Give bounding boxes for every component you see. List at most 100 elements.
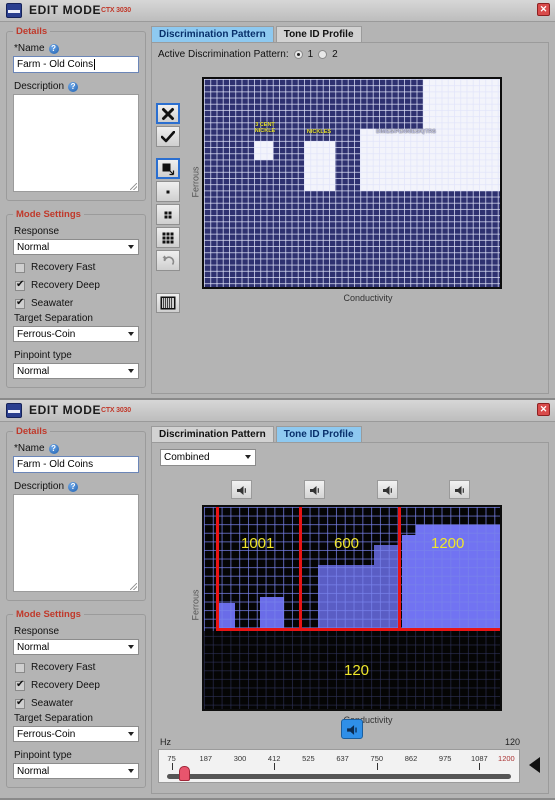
speaker-button-1[interactable] bbox=[231, 480, 252, 499]
hz-thumb[interactable] bbox=[178, 766, 190, 781]
accepted-region bbox=[360, 129, 500, 191]
hz-tick-label: 1087 bbox=[471, 754, 488, 763]
details-legend: Details bbox=[16, 426, 48, 437]
hz-track[interactable]: 75 187 300 412 525 637 750 862 975 1087 … bbox=[158, 749, 520, 783]
pattern-toolbar bbox=[156, 103, 182, 315]
tab-tone-id-profile[interactable]: Tone ID Profile bbox=[275, 426, 362, 442]
tab-discrimination-pattern[interactable]: Discrimination Pattern bbox=[151, 26, 274, 42]
annotation-3-cent-nickle: 3 CENT NICKLE bbox=[254, 122, 276, 134]
single-cell-tool-button[interactable] bbox=[156, 181, 180, 202]
description-label-row: Description ? bbox=[14, 481, 139, 492]
pinpoint-value: Normal bbox=[17, 365, 50, 377]
tone-id-profile-pane: Combined Ferrous 1001 600 1200 120 Condu… bbox=[151, 442, 549, 794]
response-select[interactable]: Normal bbox=[13, 639, 139, 655]
recovery-deep-checkbox[interactable]: Recovery Deep bbox=[15, 679, 139, 691]
speaker-button-2[interactable] bbox=[304, 480, 325, 499]
left-settings-column: Details *Name ? Farm - Old Coins Descrip… bbox=[6, 426, 146, 796]
description-label: Description bbox=[14, 81, 65, 92]
name-help-icon[interactable]: ? bbox=[48, 443, 59, 454]
hz-tick-label: 637 bbox=[336, 754, 349, 763]
description-textarea[interactable] bbox=[13, 94, 139, 192]
tone-bar bbox=[218, 603, 235, 631]
detector-icon bbox=[6, 403, 22, 418]
undo-tool-button[interactable] bbox=[156, 250, 180, 271]
radio-pattern-2-label: 2 bbox=[332, 49, 338, 60]
target-separation-select[interactable]: Ferrous-Coin bbox=[13, 326, 139, 342]
radio-pattern-2[interactable] bbox=[318, 50, 328, 59]
radio-pattern-1[interactable] bbox=[293, 50, 303, 59]
discrimination-pattern-pane: Active Discrimination Pattern: 1 2 Ferro… bbox=[151, 42, 549, 394]
hz-unit-label: Hz bbox=[160, 737, 171, 747]
tone-value-120: 120 bbox=[344, 662, 370, 679]
title-bar: EDIT MODE CTX 3030 ✕ bbox=[0, 400, 555, 422]
checkbox-box bbox=[15, 697, 25, 709]
mode-settings-group: Mode Settings Response Normal Recovery F… bbox=[6, 209, 146, 388]
name-input[interactable]: Farm - Old Coins bbox=[13, 56, 139, 73]
tone-mode-select[interactable]: Combined bbox=[160, 449, 256, 466]
checkbox-box bbox=[15, 279, 25, 291]
tone-value-600: 600 bbox=[334, 535, 360, 552]
accept-tool-button[interactable] bbox=[156, 126, 180, 147]
speaker-button-4[interactable] bbox=[449, 480, 470, 499]
checkbox-box bbox=[15, 679, 25, 691]
hz-tick-mark bbox=[479, 763, 481, 770]
chevron-down-icon bbox=[128, 732, 134, 736]
tone-bar bbox=[374, 545, 398, 631]
recovery-fast-checkbox[interactable]: Recovery Fast bbox=[15, 662, 139, 673]
all-cells-tool-button[interactable] bbox=[156, 293, 180, 313]
speaker-icon bbox=[347, 725, 357, 735]
mode-settings-legend: Mode Settings bbox=[16, 609, 81, 620]
tone-plot-area[interactable]: 1001 600 1200 120 bbox=[202, 505, 502, 711]
text-caret bbox=[94, 59, 96, 70]
response-value: Normal bbox=[17, 241, 50, 253]
brand-logo: CTX 3030 bbox=[101, 407, 131, 414]
radio-pattern-1-label: 1 bbox=[307, 49, 314, 60]
close-icon[interactable]: ✕ bbox=[537, 403, 550, 416]
target-separation-label: Target Separation bbox=[14, 313, 93, 324]
target-separation-value: Ferrous-Coin bbox=[17, 328, 76, 340]
description-help-icon[interactable]: ? bbox=[68, 481, 79, 492]
hz-tick-label: 750 bbox=[370, 754, 384, 763]
hz-tick-label: 412 bbox=[267, 754, 281, 763]
active-pattern-row: Active Discrimination Pattern: 1 2 bbox=[158, 49, 338, 60]
name-input[interactable]: Farm - Old Coins bbox=[13, 456, 139, 473]
name-input-value: Farm - Old Coins bbox=[17, 59, 94, 70]
description-textarea[interactable] bbox=[13, 494, 139, 592]
annotation-dimes-pennies-qtrs: DIMES/PENNIES/QTRS bbox=[376, 129, 436, 135]
tone-bar bbox=[260, 597, 284, 631]
hz-slider: Hz 120 75 187 300 412 525 637 750 862 97… bbox=[158, 737, 542, 789]
hz-play-icon[interactable] bbox=[529, 757, 540, 773]
active-pattern-label: Active Discrimination Pattern: bbox=[158, 49, 289, 60]
target-separation-select[interactable]: Ferrous-Coin bbox=[13, 726, 139, 742]
seawater-checkbox[interactable]: Seawater bbox=[15, 697, 139, 709]
recovery-deep-checkbox[interactable]: Recovery Deep bbox=[15, 279, 139, 291]
speaker-button-3[interactable] bbox=[377, 480, 398, 499]
recovery-fast-checkbox[interactable]: Recovery Fast bbox=[15, 262, 139, 273]
speaker-icon bbox=[455, 486, 464, 495]
four-cell-tool-button[interactable] bbox=[156, 204, 180, 225]
response-select[interactable]: Normal bbox=[13, 239, 139, 255]
hz-tick-mark bbox=[171, 763, 173, 770]
grid-cell-tool-button[interactable] bbox=[156, 227, 180, 248]
tab-tone-id-profile[interactable]: Tone ID Profile bbox=[275, 26, 362, 42]
hz-tick-mark bbox=[274, 763, 276, 770]
pinpoint-select[interactable]: Normal bbox=[13, 763, 139, 779]
tab-discrimination-pattern[interactable]: Discrimination Pattern bbox=[151, 426, 274, 442]
discrimination-plot-area[interactable]: 3 CENT NICKLE NICKLES DIMES/PENNIES/QTRS bbox=[202, 77, 502, 289]
window-title: EDIT MODE bbox=[29, 3, 102, 17]
box-select-tool-button[interactable] bbox=[156, 158, 180, 179]
seawater-checkbox[interactable]: Seawater bbox=[15, 297, 139, 309]
target-separation-value: Ferrous-Coin bbox=[17, 728, 76, 740]
pinpoint-select[interactable]: Normal bbox=[13, 363, 139, 379]
response-value: Normal bbox=[17, 641, 50, 653]
seawater-label: Seawater bbox=[31, 298, 74, 309]
name-help-icon[interactable]: ? bbox=[48, 43, 59, 54]
chevron-down-icon bbox=[128, 769, 134, 773]
edit-mode-window-tone-id: EDIT MODE CTX 3030 ✕ Details *Name ? Far… bbox=[0, 400, 555, 800]
close-icon[interactable]: ✕ bbox=[537, 3, 550, 16]
reject-tool-button[interactable] bbox=[156, 103, 180, 124]
hz-tick-label: 525 bbox=[302, 754, 315, 763]
master-speaker-button[interactable] bbox=[341, 719, 363, 739]
hz-tick-label: 187 bbox=[199, 754, 213, 763]
description-help-icon[interactable]: ? bbox=[68, 81, 79, 92]
